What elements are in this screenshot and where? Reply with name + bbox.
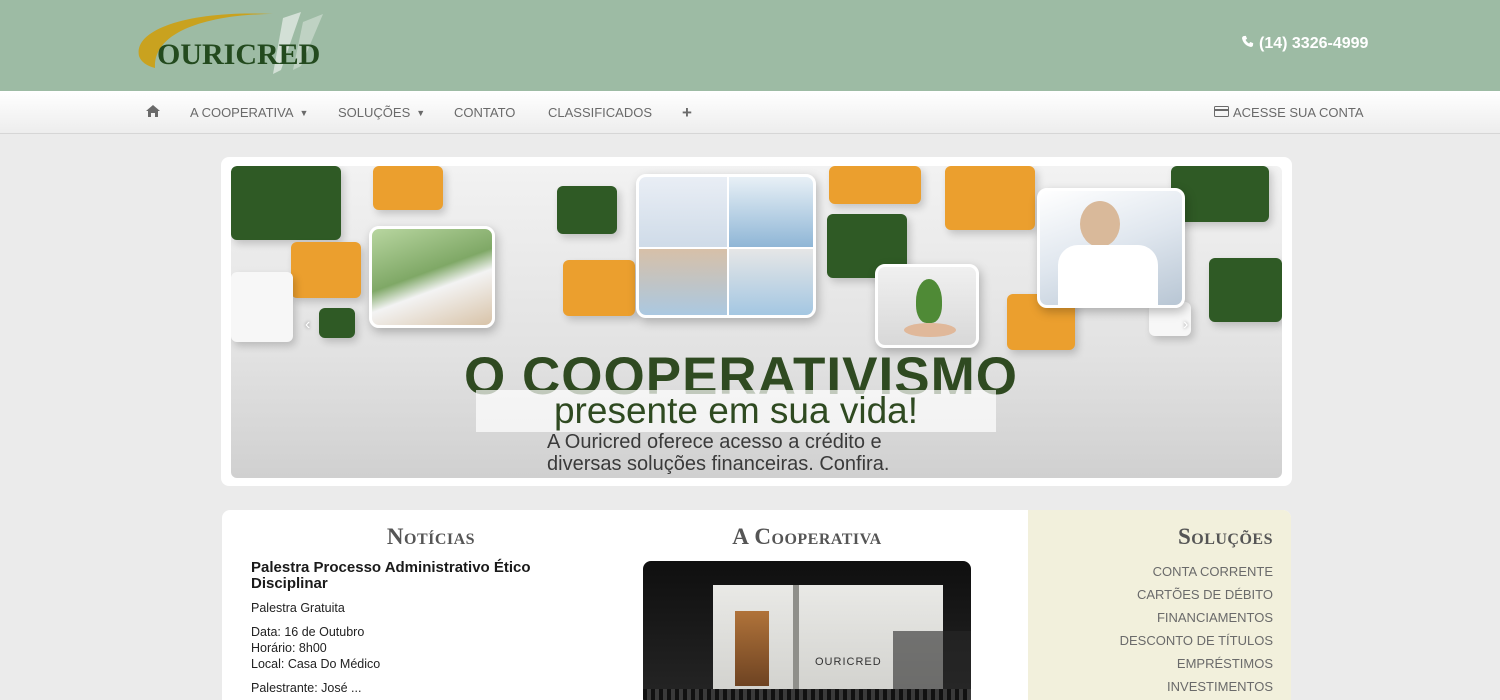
- doctor-photo: [1037, 188, 1185, 308]
- family-photo: [369, 226, 495, 328]
- news-line: Data: 16 de Outubro: [251, 625, 365, 639]
- account-label: ACESSE SUA CONTA: [1233, 105, 1364, 120]
- decor-square: [291, 242, 361, 298]
- content-section: Notícias Palestra Processo Administrativ…: [222, 510, 1291, 700]
- news-title: Notícias: [386, 524, 476, 549]
- decor-square: [319, 308, 355, 338]
- carousel-subtitle: presente em sua vida!: [476, 390, 996, 432]
- solucoes-item-cartoes-debito[interactable]: CARTÕES DE DÉBITO: [1120, 583, 1273, 606]
- news-headline-link[interactable]: Palestra Processo Administrativo Ético D…: [251, 560, 611, 592]
- medical-staff-photo: [636, 174, 816, 318]
- cooperativa-title: A Cooperativa: [732, 524, 882, 549]
- nav-solucoes[interactable]: SOLUÇÕES ▼: [338, 91, 425, 134]
- caret-down-icon: ▼: [416, 107, 426, 118]
- caret-down-icon: ▼: [299, 107, 309, 118]
- decor-square: [557, 186, 617, 234]
- decor-square: [231, 272, 293, 342]
- decor-square: [231, 166, 341, 240]
- logo-text: OURICRED: [157, 38, 321, 71]
- carousel-prev-button[interactable]: ‹: [305, 316, 310, 334]
- main-navbar: A COOPERATIVA ▼ SOLUÇÕES ▼ CONTATO CLASS…: [0, 91, 1500, 134]
- ouricred-logo[interactable]: OURICRED: [133, 8, 333, 80]
- hero-carousel: O COOPERATIVISMO presente em sua vida! A…: [221, 157, 1292, 486]
- nav-label: SOLUÇÕES: [338, 105, 411, 120]
- phone-number: (14) 3326-4999: [1241, 35, 1368, 53]
- solucoes-item-conta-corrente[interactable]: CONTA CORRENTE: [1120, 560, 1273, 583]
- account-access-link[interactable]: ACESSE SUA CONTA: [1214, 91, 1364, 134]
- nav-label: A COOPERATIVA: [190, 105, 294, 120]
- building-photo[interactable]: OURICRED: [643, 561, 971, 700]
- news-line: Horário: 8h00: [251, 641, 327, 655]
- carousel-next-button[interactable]: ›: [1183, 316, 1188, 334]
- solucoes-title: Soluções: [1177, 524, 1273, 549]
- solucoes-item-emprestimos[interactable]: EMPRÉSTIMOS: [1120, 652, 1273, 675]
- solucoes-item-investimentos[interactable]: INVESTIMENTOS: [1120, 675, 1273, 698]
- nav-a-cooperativa[interactable]: A COOPERATIVA ▼: [190, 91, 308, 134]
- nav-label: CLASSIFICADOS: [548, 105, 653, 120]
- decor-square: [373, 166, 443, 210]
- decor-square: [829, 166, 921, 204]
- nav-contato[interactable]: CONTATO: [454, 91, 515, 134]
- decor-square: [1171, 166, 1269, 222]
- news-line: Local: Casa Do Médico: [251, 657, 381, 671]
- money-plant-photo: [875, 264, 979, 348]
- plus-icon: +: [682, 102, 692, 122]
- news-column: Notícias Palestra Processo Administrativ…: [251, 524, 611, 696]
- nav-more-button[interactable]: +: [682, 91, 692, 134]
- phone-text: (14) 3326-4999: [1259, 35, 1369, 52]
- home-link[interactable]: [145, 91, 161, 134]
- building-sign-text: OURICRED: [815, 656, 882, 668]
- carousel-slide[interactable]: O COOPERATIVISMO presente em sua vida! A…: [231, 166, 1282, 478]
- decor-square: [945, 166, 1035, 230]
- news-line: Palestrante: José ...: [251, 681, 362, 695]
- credit-card-icon: [1214, 105, 1229, 120]
- news-line: Palestra Gratuita: [251, 601, 345, 615]
- solucoes-item-desconto-titulos[interactable]: DESCONTO DE TÍTULOS: [1120, 629, 1273, 652]
- decor-square: [1209, 258, 1282, 322]
- nav-classificados[interactable]: CLASSIFICADOS: [548, 91, 652, 134]
- solucoes-item-financiamentos[interactable]: FINANCIAMENTOS: [1120, 606, 1273, 629]
- cooperativa-column: A Cooperativa OURICRED: [642, 524, 972, 700]
- solucoes-list: CONTA CORRENTE CARTÕES DE DÉBITO FINANCI…: [1120, 560, 1273, 698]
- carousel-description: A Ouricred oferece acesso a crédito e di…: [547, 431, 967, 475]
- phone-icon: [1241, 35, 1254, 53]
- top-header: OURICRED (14) 3326-4999: [0, 0, 1500, 91]
- solucoes-column: Soluções CONTA CORRENTE CARTÕES DE DÉBIT…: [1028, 510, 1291, 700]
- nav-label: CONTATO: [454, 105, 516, 120]
- decor-square: [563, 260, 635, 316]
- carousel-description-line: A Ouricred oferece acesso a crédito e: [547, 431, 882, 453]
- home-icon: [145, 104, 161, 121]
- carousel-description-line: diversas soluções financeiras. Confira.: [547, 453, 890, 475]
